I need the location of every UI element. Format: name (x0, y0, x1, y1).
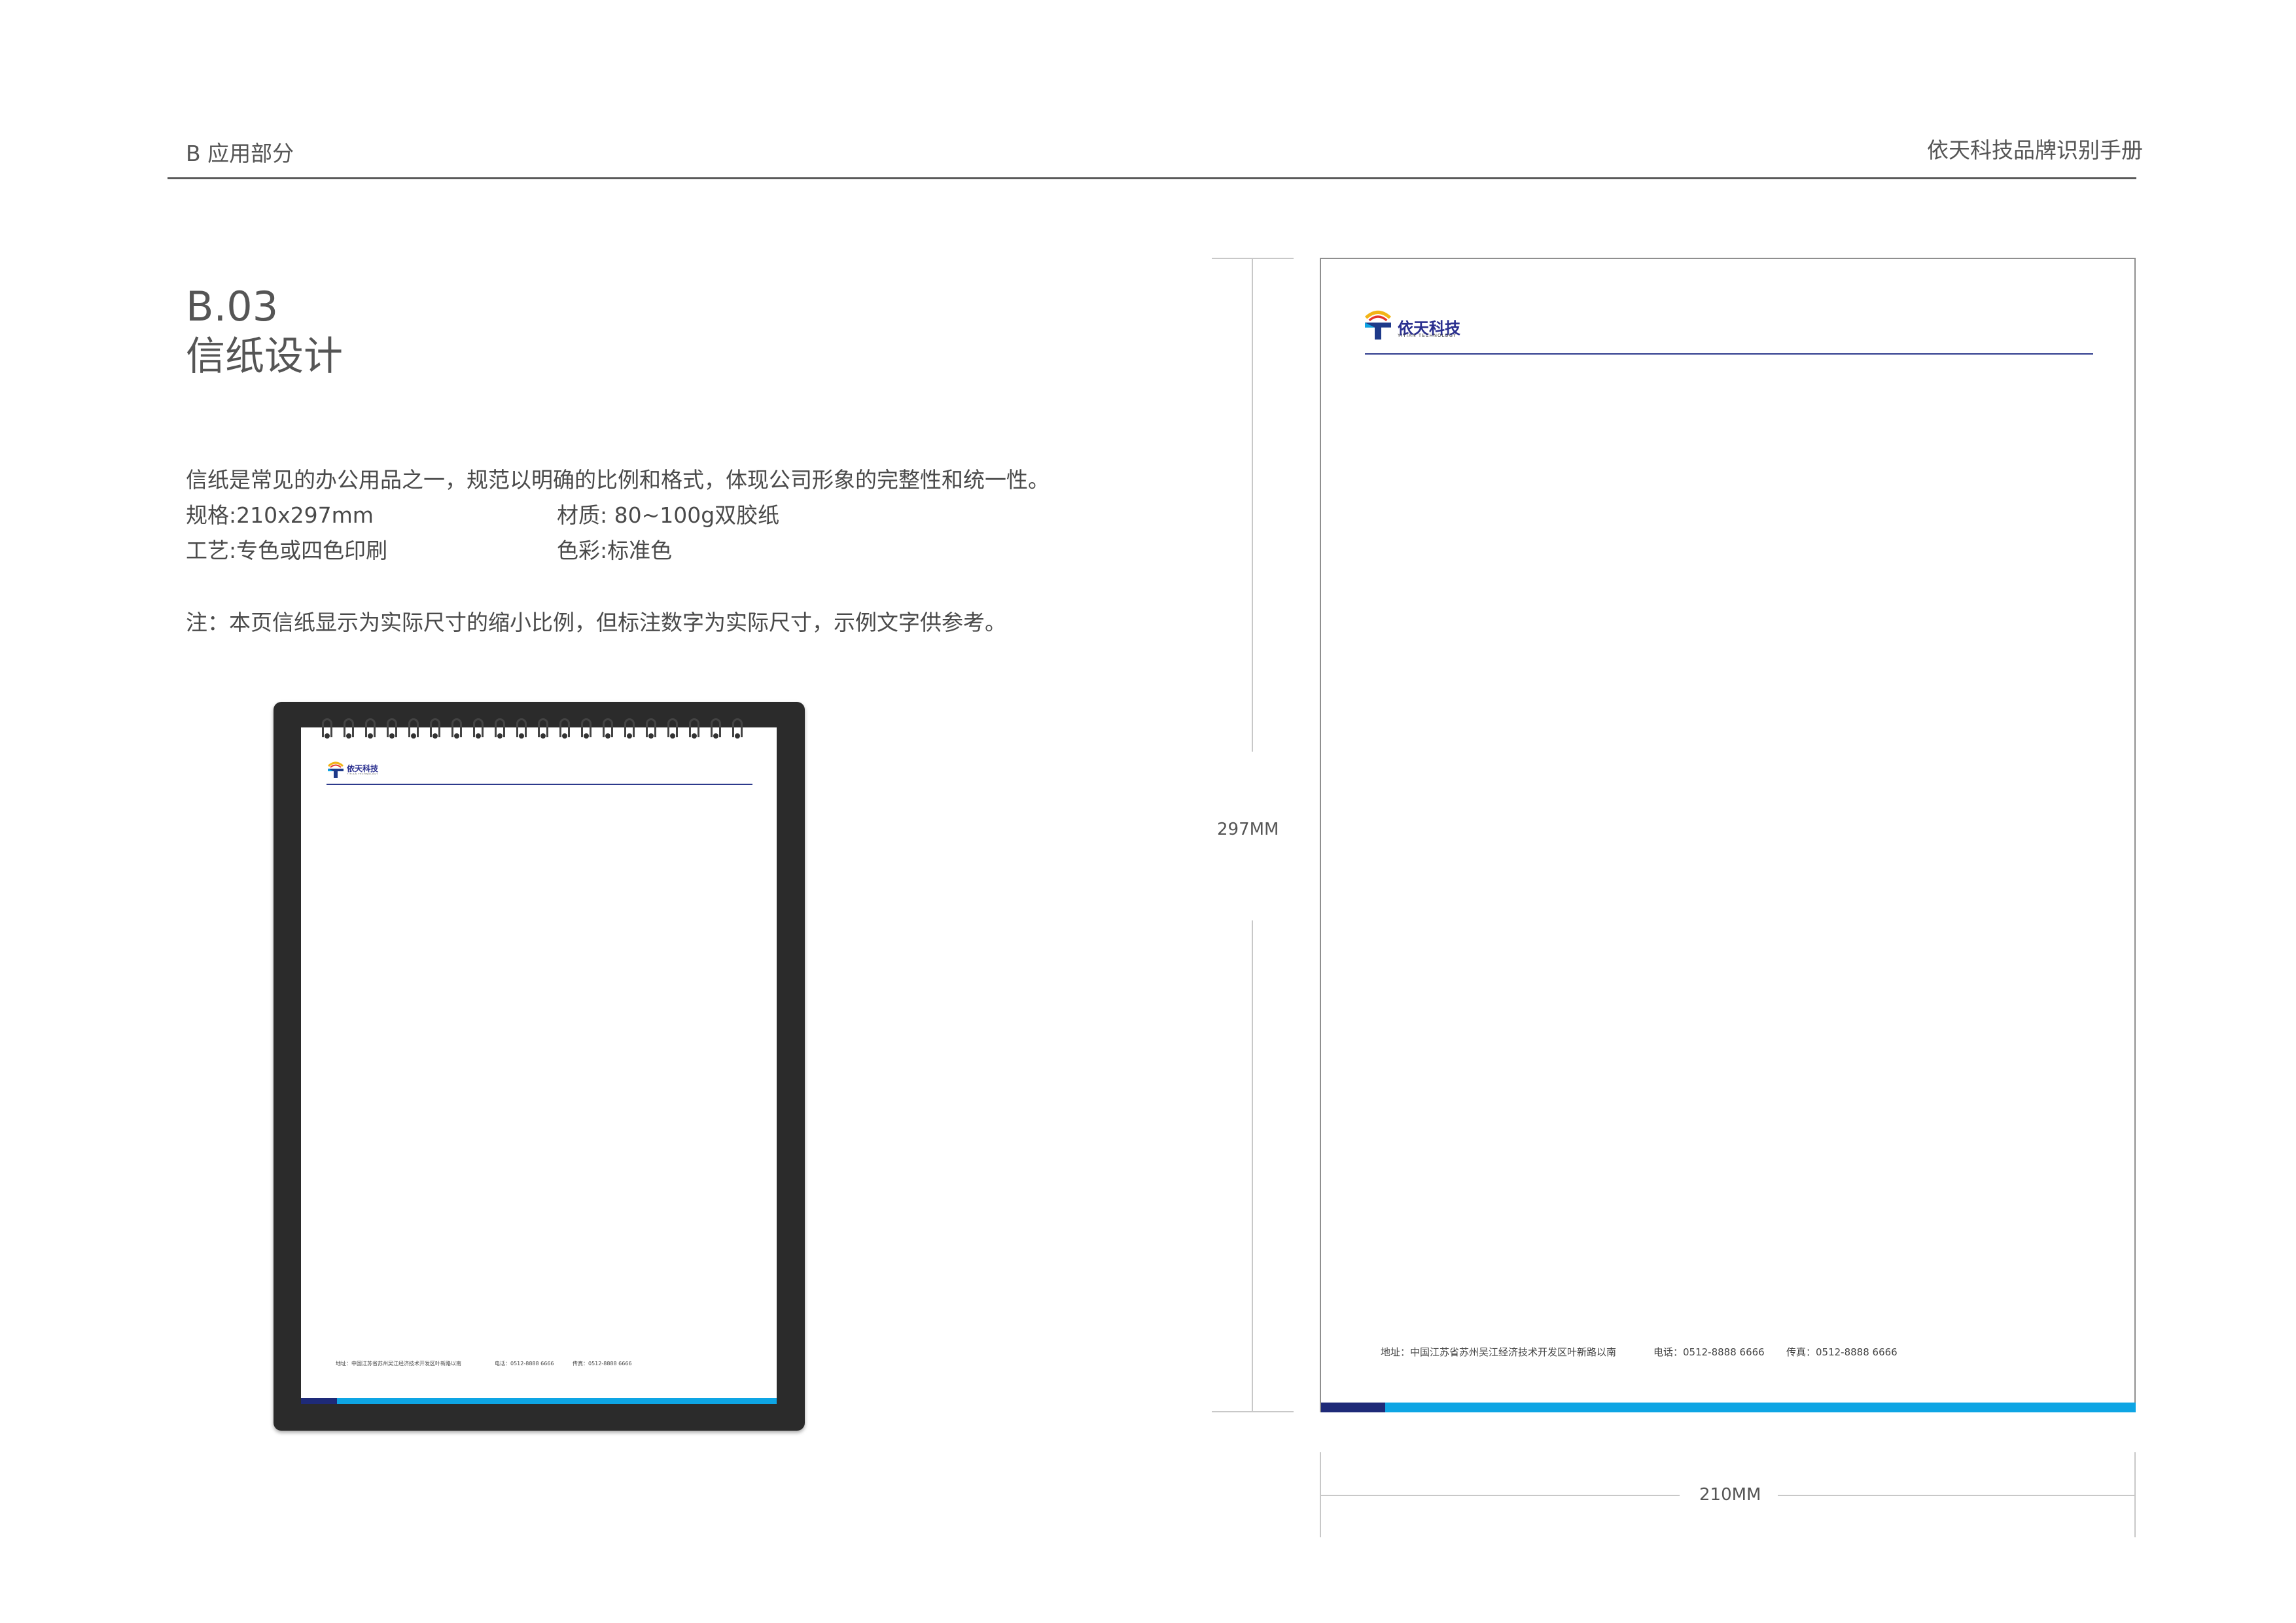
company-logo-icon (1362, 305, 1394, 343)
letterhead-address: 地址：中国江苏省苏州吴江经济技术开发区叶新路以南 (1381, 1346, 1617, 1358)
header-section-label: B 应用部分 (186, 141, 294, 166)
height-dim-line-upper (1252, 258, 1253, 752)
notepad-footer-bar-blue (337, 1398, 777, 1404)
notepad-ring-hole (540, 733, 546, 739)
notepad-ring-hole (433, 733, 438, 739)
header-divider (168, 177, 2136, 179)
section-title: 信纸设计 (186, 334, 343, 379)
intro-text: 信纸是常见的办公用品之一，规范以明确的比例和格式，体现公司形象的完整性和统一性。 (186, 467, 1050, 493)
height-dim-label: 297MM (1217, 820, 1279, 839)
notepad-ring-hole (648, 733, 654, 739)
width-dim-label: 210MM (1699, 1485, 1761, 1505)
height-dim-line-lower (1252, 920, 1253, 1412)
letterhead-phone: 电话：0512-8888 6666 (1653, 1346, 1765, 1358)
notepad-header-rule (327, 784, 752, 785)
notepad-phone: 电话：0512-8888 6666 (495, 1361, 554, 1367)
width-dim-line-right (1778, 1495, 2136, 1496)
notepad-ring-hole (562, 733, 567, 739)
notepad-ring-hole (368, 733, 373, 739)
process-text: 工艺:专色或四色印刷 (186, 538, 388, 563)
width-dim-line-left (1320, 1495, 1680, 1496)
letterhead-footer-bar-navy (1321, 1403, 1385, 1412)
color-text: 色彩:标准色 (557, 538, 673, 563)
letterhead-sheet: 依天科技 YITIAN TECHNOLOGY 地址：中国江苏省苏州吴江经济技术开… (1320, 258, 2136, 1412)
notepad-logo-sub: YITIAN TECHNOLOGY (347, 773, 379, 775)
notepad-ring-hole (476, 733, 481, 739)
notepad-ring-hole (325, 733, 330, 739)
letterhead-logo-sub: YITIAN TECHNOLOGY (1398, 333, 1457, 338)
notepad-ring-hole (411, 733, 416, 739)
notepad-footer-bar-navy (301, 1398, 337, 1404)
notepad-paper: 依天科技 YITIAN TECHNOLOGY 地址：中国江苏省苏州吴江经济技术开… (301, 718, 777, 1404)
notepad-ring-hole (670, 733, 675, 739)
notepad-ring-hole (346, 733, 351, 739)
notepad-ring-hole (627, 733, 632, 739)
notepad-ring-hole (584, 733, 589, 739)
material-text: 材质: 80~100g双胶纸 (557, 502, 780, 528)
notepad-fax: 传真：0512-8888 6666 (573, 1361, 632, 1367)
letterhead-footer-bar-blue (1385, 1403, 2136, 1412)
letterhead-fax: 传真：0512-8888 6666 (1786, 1346, 1898, 1358)
notepad-ring-hole (389, 733, 395, 739)
notepad-ring-hole (605, 733, 610, 739)
notepad-ring-hole (519, 733, 524, 739)
notepad-ring-hole (454, 733, 459, 739)
notepad-ring-hole (713, 733, 718, 739)
notepad-ring-hole (735, 733, 740, 739)
spec-text: 规格:210x297mm (186, 502, 374, 528)
note-text: 注：本页信纸显示为实际尺寸的缩小比例，但标注数字为实际尺寸，示例文字供参考。 (186, 610, 1006, 635)
notepad-ring-hole (497, 733, 503, 739)
notepad-ring-hole (692, 733, 697, 739)
letterhead-header-rule (1365, 353, 2093, 355)
section-code: B.03 (186, 283, 279, 330)
header-manual-title: 依天科技品牌识别手册 (1927, 137, 2143, 163)
notepad-address: 地址：中国江苏省苏州吴江经济技术开发区叶新路以南 (336, 1361, 461, 1367)
company-logo-icon (326, 759, 345, 781)
